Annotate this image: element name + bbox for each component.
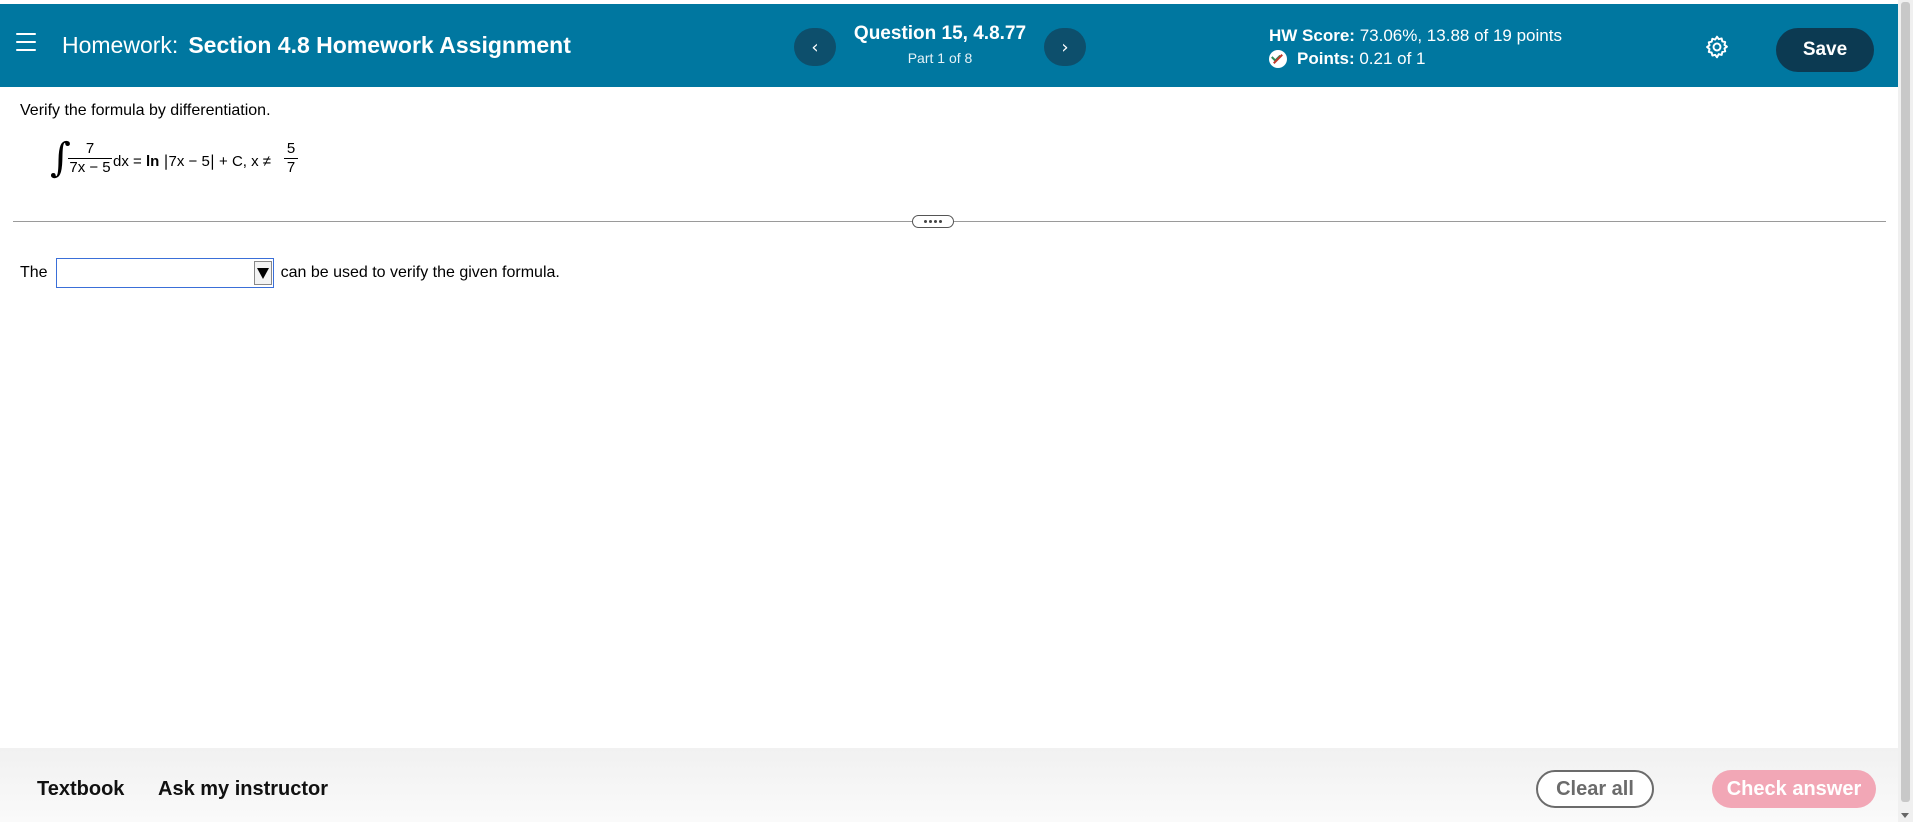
answer-suffix: can be used to verify the given formula. — [280, 264, 560, 281]
homework-name: Section 4.8 Homework Assignment — [188, 32, 571, 58]
lhs-fraction: 7 7x − 5 — [68, 140, 112, 177]
rhs-numerator: 5 — [286, 140, 296, 157]
ask-instructor-link[interactable]: Ask my instructor — [158, 778, 328, 801]
dropdown-arrow-icon[interactable] — [253, 261, 272, 285]
scrollbar-thumb[interactable] — [1901, 2, 1910, 802]
question-title: Question 15, 4.8.77 — [853, 23, 1027, 44]
scroll-down-icon[interactable] — [1901, 813, 1909, 818]
answer-row: The can be used to verify the given form… — [20, 258, 560, 288]
next-question-button[interactable]: › — [1044, 28, 1086, 66]
lhs-denominator: 7x − 5 — [68, 158, 112, 176]
question-prompt: Verify the formula by differentiation. — [20, 102, 271, 119]
answer-prefix: The — [20, 264, 48, 281]
lhs-numerator: 7 — [85, 140, 95, 157]
points-label: Points: — [1297, 49, 1355, 68]
textbook-link[interactable]: Textbook — [37, 778, 124, 801]
previous-question-button[interactable]: ‹ — [794, 28, 836, 66]
hw-score-label: HW Score: — [1269, 26, 1355, 45]
abs-content: 7x − 5 — [168, 153, 210, 170]
hw-score-value: 73.06%, 13.88 of 19 points — [1359, 26, 1562, 45]
question-points: Points: 0.21 of 1 — [1269, 49, 1562, 69]
gear-icon[interactable] — [1704, 34, 1730, 60]
answer-dropdown[interactable] — [55, 258, 274, 288]
ln-symbol: ln — [145, 153, 160, 170]
points-value: 0.21 of 1 — [1359, 49, 1426, 68]
top-header: Homework: Section 4.8 Homework Assignment… — [0, 4, 1898, 87]
hamburger-menu-icon[interactable] — [16, 33, 36, 51]
homework-title: Homework: Section 4.8 Homework Assignment — [62, 32, 571, 59]
ellipsis-icon[interactable] — [912, 215, 954, 228]
plus-c-condition: + C, x ≠ — [219, 153, 272, 170]
bottom-toolbar: Textbook Ask my instructor Clear all Che… — [0, 748, 1898, 822]
clear-all-button[interactable]: Clear all — [1536, 770, 1654, 808]
check-answer-button[interactable]: Check answer — [1712, 770, 1876, 808]
question-part: Part 1 of 8 — [907, 50, 973, 66]
rhs-fraction: 5 7 — [284, 140, 298, 177]
dx-equals: dx = — [113, 153, 142, 170]
rhs-denominator: 7 — [284, 158, 298, 177]
score-block: HW Score: 73.06%, 13.88 of 19 points Poi… — [1269, 26, 1562, 69]
abs-close: | — [209, 152, 215, 170]
question-info: Question 15, 4.8.77 Part 1 of 8 — [840, 23, 1040, 66]
hw-score: HW Score: 73.06%, 13.88 of 19 points — [1269, 26, 1562, 46]
vertical-scrollbar[interactable] — [1898, 0, 1913, 822]
homework-prefix: Homework: — [62, 32, 179, 58]
partial-credit-icon — [1269, 50, 1287, 68]
formula-rhs: dx = ln |7x − 5| + C, x ≠ — [113, 152, 271, 170]
save-button[interactable]: Save — [1776, 28, 1874, 72]
